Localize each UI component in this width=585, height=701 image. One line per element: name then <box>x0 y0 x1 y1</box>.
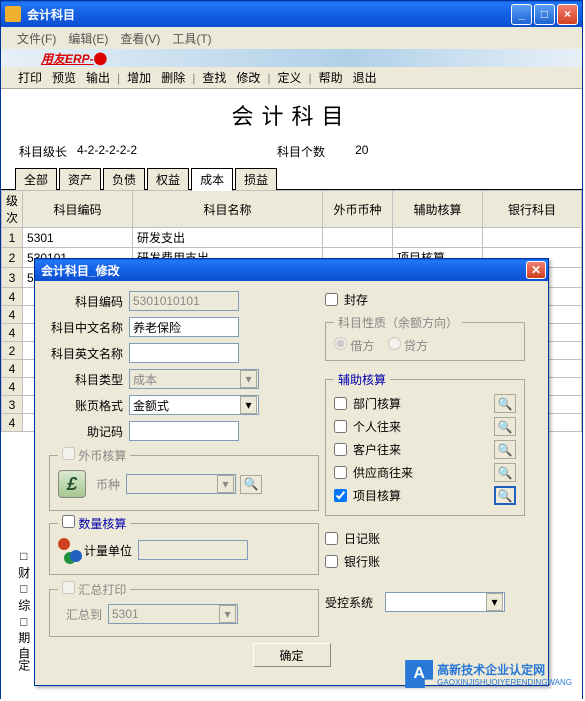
page-title: 会计科目 <box>1 95 582 143</box>
chk-bank[interactable] <box>325 555 338 568</box>
chk-fc <box>62 447 75 460</box>
chk-aux-cust[interactable] <box>334 443 347 456</box>
lookup-cust-button[interactable]: 🔍 <box>494 440 516 459</box>
col-idx[interactable]: 级次 <box>2 191 23 228</box>
radio-debit <box>334 337 347 350</box>
radio-credit <box>388 337 401 350</box>
col-bank[interactable]: 银行科目 <box>483 191 582 228</box>
fieldset-nature: 科目性质（余额方向） 借方 贷方 <box>325 314 525 361</box>
level-len-label: 科目级长 <box>19 143 67 160</box>
chevron-down-icon: ▾ <box>217 475 234 493</box>
input-qty-unit <box>138 540 248 560</box>
lbl-mnemonic: 助记码 <box>49 423 129 440</box>
lookup-project-button[interactable]: 🔍 <box>494 486 516 505</box>
edit-dialog: 会计科目_修改 ✕ 科目编码 科目中文名称 科目英文名称 科目类型 <box>34 258 549 686</box>
dialog-title: 会计科目_修改 <box>41 262 526 279</box>
chevron-down-icon: ▾ <box>219 605 236 623</box>
col-name[interactable]: 科目名称 <box>133 191 323 228</box>
tb-help[interactable]: 帮助 <box>314 67 348 88</box>
table-row[interactable]: 15301研发支出 <box>2 228 582 248</box>
fieldset-qty: 数量核算 计量单位 <box>49 515 319 575</box>
window-title: 会计科目 <box>27 6 511 23</box>
count-label: 科目个数 <box>277 143 325 160</box>
tab-2[interactable]: 负债 <box>103 168 145 190</box>
col-aux[interactable]: 辅助核算 <box>393 191 483 228</box>
watermark: A 高新技术企业认定网 GAOXINJISHUQIYERENDINGWANG <box>405 660 572 688</box>
brand-band: 用友ERP-⬤ <box>1 49 582 67</box>
watermark-icon: A <box>405 660 433 688</box>
brand-text: 用友ERP- <box>41 50 94 67</box>
currency-icon: £ <box>58 470 86 498</box>
lookup-dept-button[interactable]: 🔍 <box>494 394 516 413</box>
side-strip: □ 财 □ 综 □ 期 自定 <box>15 549 32 671</box>
fieldset-sumprint: 汇总打印 汇总到 5301 ▾ <box>49 581 319 637</box>
chk-aux-vendor[interactable] <box>334 466 347 479</box>
lbl-name-cn: 科目中文名称 <box>49 319 129 336</box>
chk-aux-project[interactable] <box>334 489 347 502</box>
tb-add[interactable]: 增加 <box>122 67 156 88</box>
tab-1[interactable]: 资产 <box>59 168 101 190</box>
input-name-cn[interactable] <box>129 317 239 337</box>
ok-button[interactable]: 确定 <box>253 643 331 667</box>
tab-3[interactable]: 权益 <box>147 168 189 190</box>
menu-edit[interactable]: 编辑(E) <box>64 28 112 49</box>
chk-sumprint <box>62 581 75 594</box>
input-mnemonic[interactable] <box>129 421 239 441</box>
fieldset-fc: 外币核算 £ 币种 ▾ 🔍 <box>49 447 319 511</box>
tb-delete[interactable]: 删除 <box>156 67 190 88</box>
lbl-type: 科目类型 <box>49 371 129 388</box>
tb-find[interactable]: 查找 <box>197 67 231 88</box>
main-window: 会计科目 _ □ × 文件(F) 编辑(E) 查看(V) 工具(T) 用友ERP… <box>0 0 583 699</box>
lookup-person-button[interactable]: 🔍 <box>494 417 516 436</box>
menu-tool[interactable]: 工具(T) <box>168 28 215 49</box>
app-icon <box>5 6 21 22</box>
tb-modify[interactable]: 修改 <box>231 67 265 88</box>
chk-journal[interactable] <box>325 532 338 545</box>
main-titlebar[interactable]: 会计科目 _ □ × <box>1 1 582 27</box>
level-len-value: 4-2-2-2-2-2 <box>77 143 137 160</box>
combo-ctrlsys[interactable]: ▾ <box>385 592 505 612</box>
lbl-page-fmt: 账页格式 <box>49 397 129 414</box>
input-code <box>129 291 239 311</box>
count-value: 20 <box>355 143 368 160</box>
tabs: 全部资产负债权益成本损益 <box>1 168 582 190</box>
chevron-down-icon[interactable]: ▾ <box>486 593 503 611</box>
tb-exit[interactable]: 退出 <box>348 67 382 88</box>
tb-print[interactable]: 打印 <box>13 67 47 88</box>
lbl-code: 科目编码 <box>49 293 129 310</box>
lbl-name-en: 科目英文名称 <box>49 345 129 362</box>
dialog-close-button[interactable]: ✕ <box>526 261 546 279</box>
minimize-button[interactable]: _ <box>511 4 532 25</box>
col-code[interactable]: 科目编码 <box>23 191 133 228</box>
fieldset-aux: 辅助核算 部门核算🔍 个人往来🔍 客户往来🔍 供应商往来🔍 项目核算🔍 <box>325 371 525 516</box>
close-button[interactable]: × <box>557 4 578 25</box>
menu-file[interactable]: 文件(F) <box>13 28 60 49</box>
lookup-fc-button: 🔍 <box>240 475 262 494</box>
tb-preview[interactable]: 预览 <box>47 67 81 88</box>
col-currency[interactable]: 外币币种 <box>323 191 393 228</box>
input-name-en[interactable] <box>129 343 239 363</box>
dialog-titlebar[interactable]: 会计科目_修改 ✕ <box>35 259 548 281</box>
chk-aux-dept[interactable] <box>334 397 347 410</box>
chk-qty[interactable] <box>62 515 75 528</box>
combo-fc-currency: ▾ <box>126 474 236 494</box>
toolbar: 打印 预览 输出 | 增加 删除 | 查找 修改 | 定义 | 帮助 退出 <box>1 67 582 89</box>
combo-page-fmt[interactable]: 金额式 ▾ <box>129 395 259 415</box>
menu-view[interactable]: 查看(V) <box>116 28 164 49</box>
tab-5[interactable]: 损益 <box>235 168 277 190</box>
tb-output[interactable]: 输出 <box>81 67 115 88</box>
tab-0[interactable]: 全部 <box>15 168 57 190</box>
tab-4[interactable]: 成本 <box>191 168 233 191</box>
maximize-button[interactable]: □ <box>534 4 555 25</box>
chk-aux-person[interactable] <box>334 420 347 433</box>
combo-type: 成本 ▾ <box>129 369 259 389</box>
menubar: 文件(F) 编辑(E) 查看(V) 工具(T) <box>1 27 582 49</box>
chk-sealed[interactable] <box>325 293 338 306</box>
pie-icon <box>58 538 82 562</box>
lookup-vendor-button[interactable]: 🔍 <box>494 463 516 482</box>
tb-define[interactable]: 定义 <box>272 67 306 88</box>
combo-sumto: 5301 ▾ <box>108 604 238 624</box>
chevron-down-icon: ▾ <box>240 370 257 388</box>
chevron-down-icon[interactable]: ▾ <box>240 396 257 414</box>
